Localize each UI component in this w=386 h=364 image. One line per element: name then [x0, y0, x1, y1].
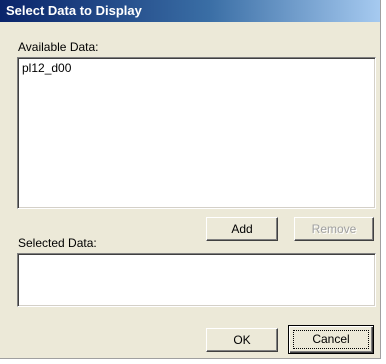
selected-data-list[interactable] [17, 253, 376, 307]
cancel-button[interactable]: Cancel [288, 325, 374, 354]
remove-button[interactable]: Remove [294, 217, 374, 241]
selected-data-label: Selected Data: [18, 236, 97, 250]
window-title: Select Data to Display [0, 0, 380, 22]
available-data-list[interactable]: pl12_d00 [17, 57, 376, 209]
available-data-label: Available Data: [18, 40, 99, 54]
select-data-dialog: Select Data to Display Available Data: p… [0, 0, 381, 359]
ok-button[interactable]: OK [206, 328, 278, 352]
list-item[interactable]: pl12_d00 [22, 61, 71, 75]
focus-ring [293, 330, 369, 349]
add-button[interactable]: Add [206, 217, 278, 241]
